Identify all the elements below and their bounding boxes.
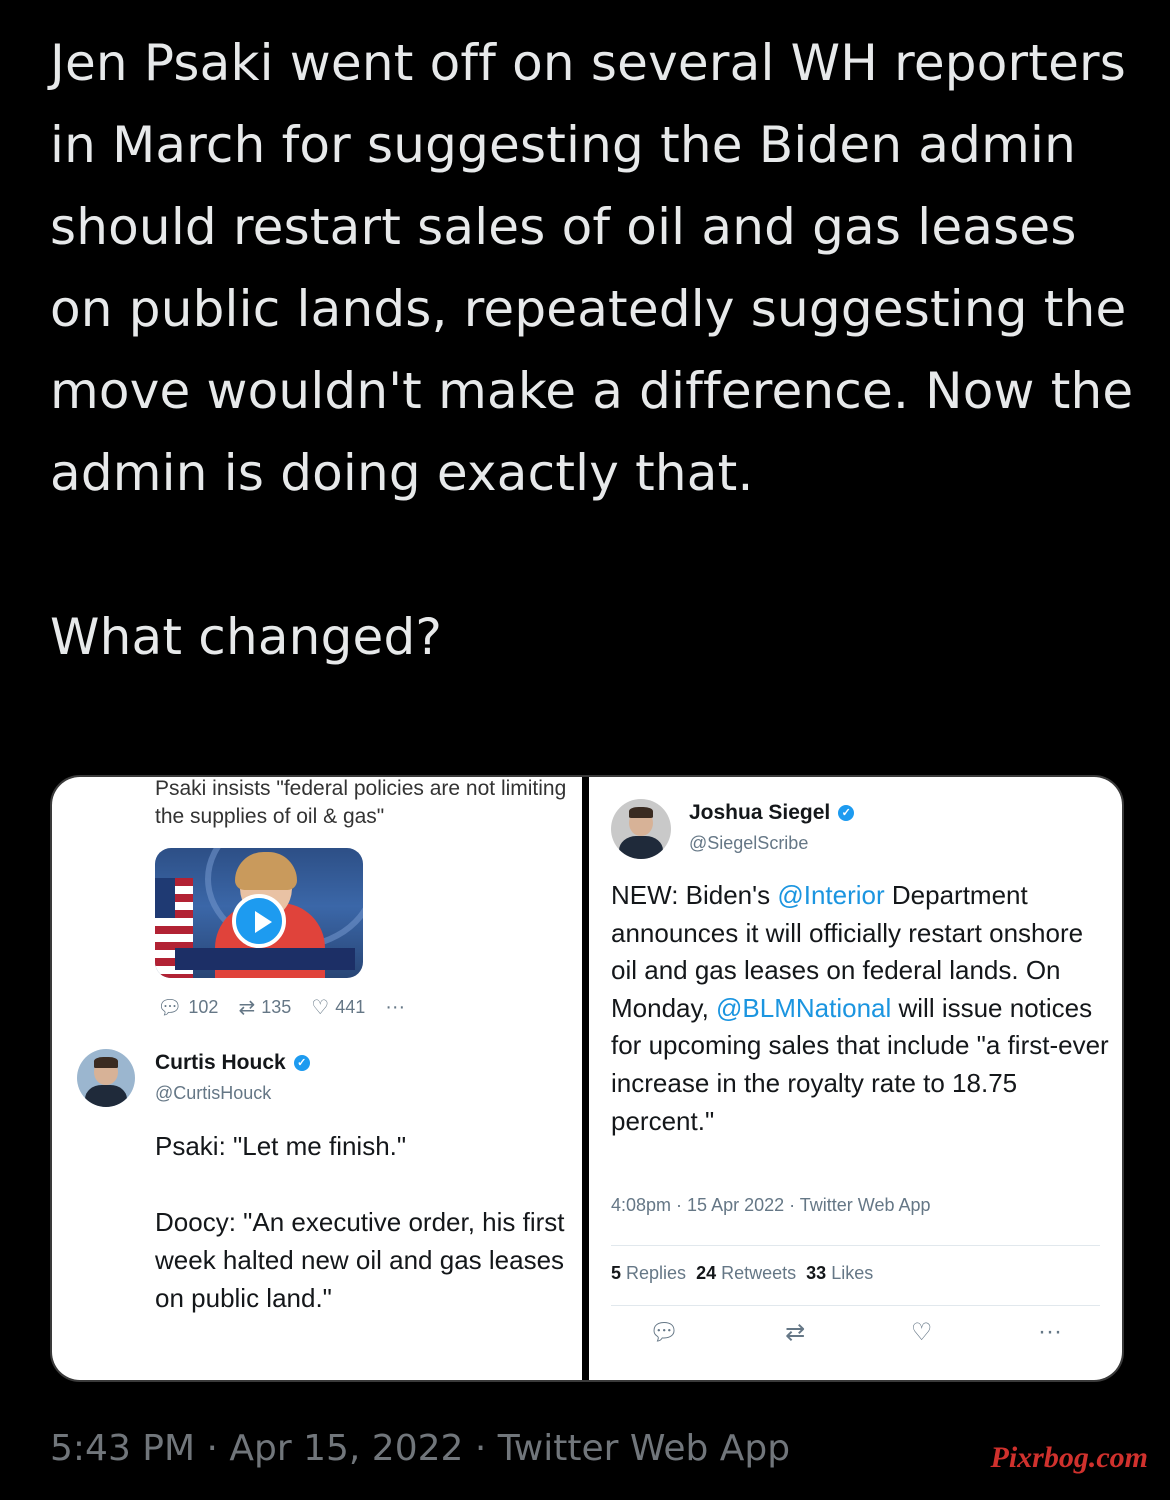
retweet-icon: ⇄ bbox=[238, 997, 256, 1019]
right-screenshot: Joshua Siegel ✓ @SiegelScribe NEW: Biden'… bbox=[589, 777, 1122, 1380]
tweet-text: Jen Psaki went off on several WH reporte… bbox=[50, 34, 1134, 666]
author-handle[interactable]: @CurtisHouck bbox=[155, 1083, 271, 1104]
mention-link[interactable]: @Interior bbox=[777, 880, 884, 910]
tweet-timestamp[interactable]: 5:43 PM · Apr 15, 2022 · Twitter Web App bbox=[50, 1428, 790, 1469]
retweets-count[interactable]: 24 Retweets bbox=[696, 1263, 796, 1284]
author-handle[interactable]: @SiegelScribe bbox=[689, 833, 808, 854]
action-bar: 💬︎ ⇄ ♡ ··· bbox=[649, 1318, 1062, 1347]
avatar[interactable] bbox=[77, 1049, 135, 1107]
play-icon[interactable] bbox=[232, 894, 286, 948]
chyron bbox=[175, 948, 355, 970]
divider bbox=[582, 777, 589, 1380]
reply-icon: 💬︎ bbox=[157, 997, 183, 1019]
reply-stat[interactable]: 💬︎ 102 bbox=[157, 995, 218, 1020]
replies-count[interactable]: 5 Replies bbox=[611, 1263, 686, 1284]
retweet-stat[interactable]: ⇄ 135 bbox=[238, 995, 291, 1020]
verified-badge-icon: ✓ bbox=[293, 1055, 310, 1072]
separator bbox=[611, 1305, 1100, 1306]
tweet-body: Psaki: "Let me finish." Doocy: "An execu… bbox=[155, 1131, 565, 1313]
engagement-counts: 5 Replies 24 Retweets 33 Likes bbox=[611, 1263, 873, 1284]
likes-count[interactable]: 33 Likes bbox=[806, 1263, 873, 1284]
heart-icon: ♡ bbox=[311, 997, 330, 1019]
retweet-icon[interactable]: ⇄ bbox=[785, 1318, 805, 1347]
like-stat[interactable]: ♡ 441 bbox=[311, 995, 365, 1020]
left-screenshot: Psaki insists "federal policies are not … bbox=[52, 777, 582, 1380]
separator bbox=[611, 1245, 1100, 1246]
author-name[interactable]: Joshua Siegel ✓ bbox=[689, 801, 855, 825]
watermark: Pixrbog.com bbox=[990, 1441, 1149, 1474]
mention-link[interactable]: @BLMNational bbox=[716, 993, 891, 1023]
avatar[interactable] bbox=[611, 799, 671, 859]
tweet-stats: 💬︎ 102 ⇄ 135 ♡ 441 ··· bbox=[157, 995, 405, 1020]
more-icon: ··· bbox=[385, 996, 406, 1018]
quoted-tweet-text: Psaki insists "federal policies are not … bbox=[155, 777, 567, 828]
tweet-media-image[interactable]: Psaki insists "federal policies are not … bbox=[50, 775, 1124, 1382]
reply-icon[interactable]: 💬︎ bbox=[649, 1318, 679, 1347]
tweet-meta[interactable]: 4:08pm · 15 Apr 2022 · Twitter Web App bbox=[611, 1195, 931, 1216]
more-stat[interactable]: ··· bbox=[385, 996, 405, 1019]
author-name[interactable]: Curtis Houck ✓ bbox=[155, 1051, 310, 1075]
tweet-body: NEW: Biden's @Interior Department announ… bbox=[611, 880, 1109, 1136]
verified-badge-icon: ✓ bbox=[838, 805, 855, 822]
heart-icon[interactable]: ♡ bbox=[911, 1318, 933, 1347]
more-icon[interactable]: ··· bbox=[1038, 1318, 1062, 1347]
video-thumbnail[interactable] bbox=[155, 848, 363, 978]
